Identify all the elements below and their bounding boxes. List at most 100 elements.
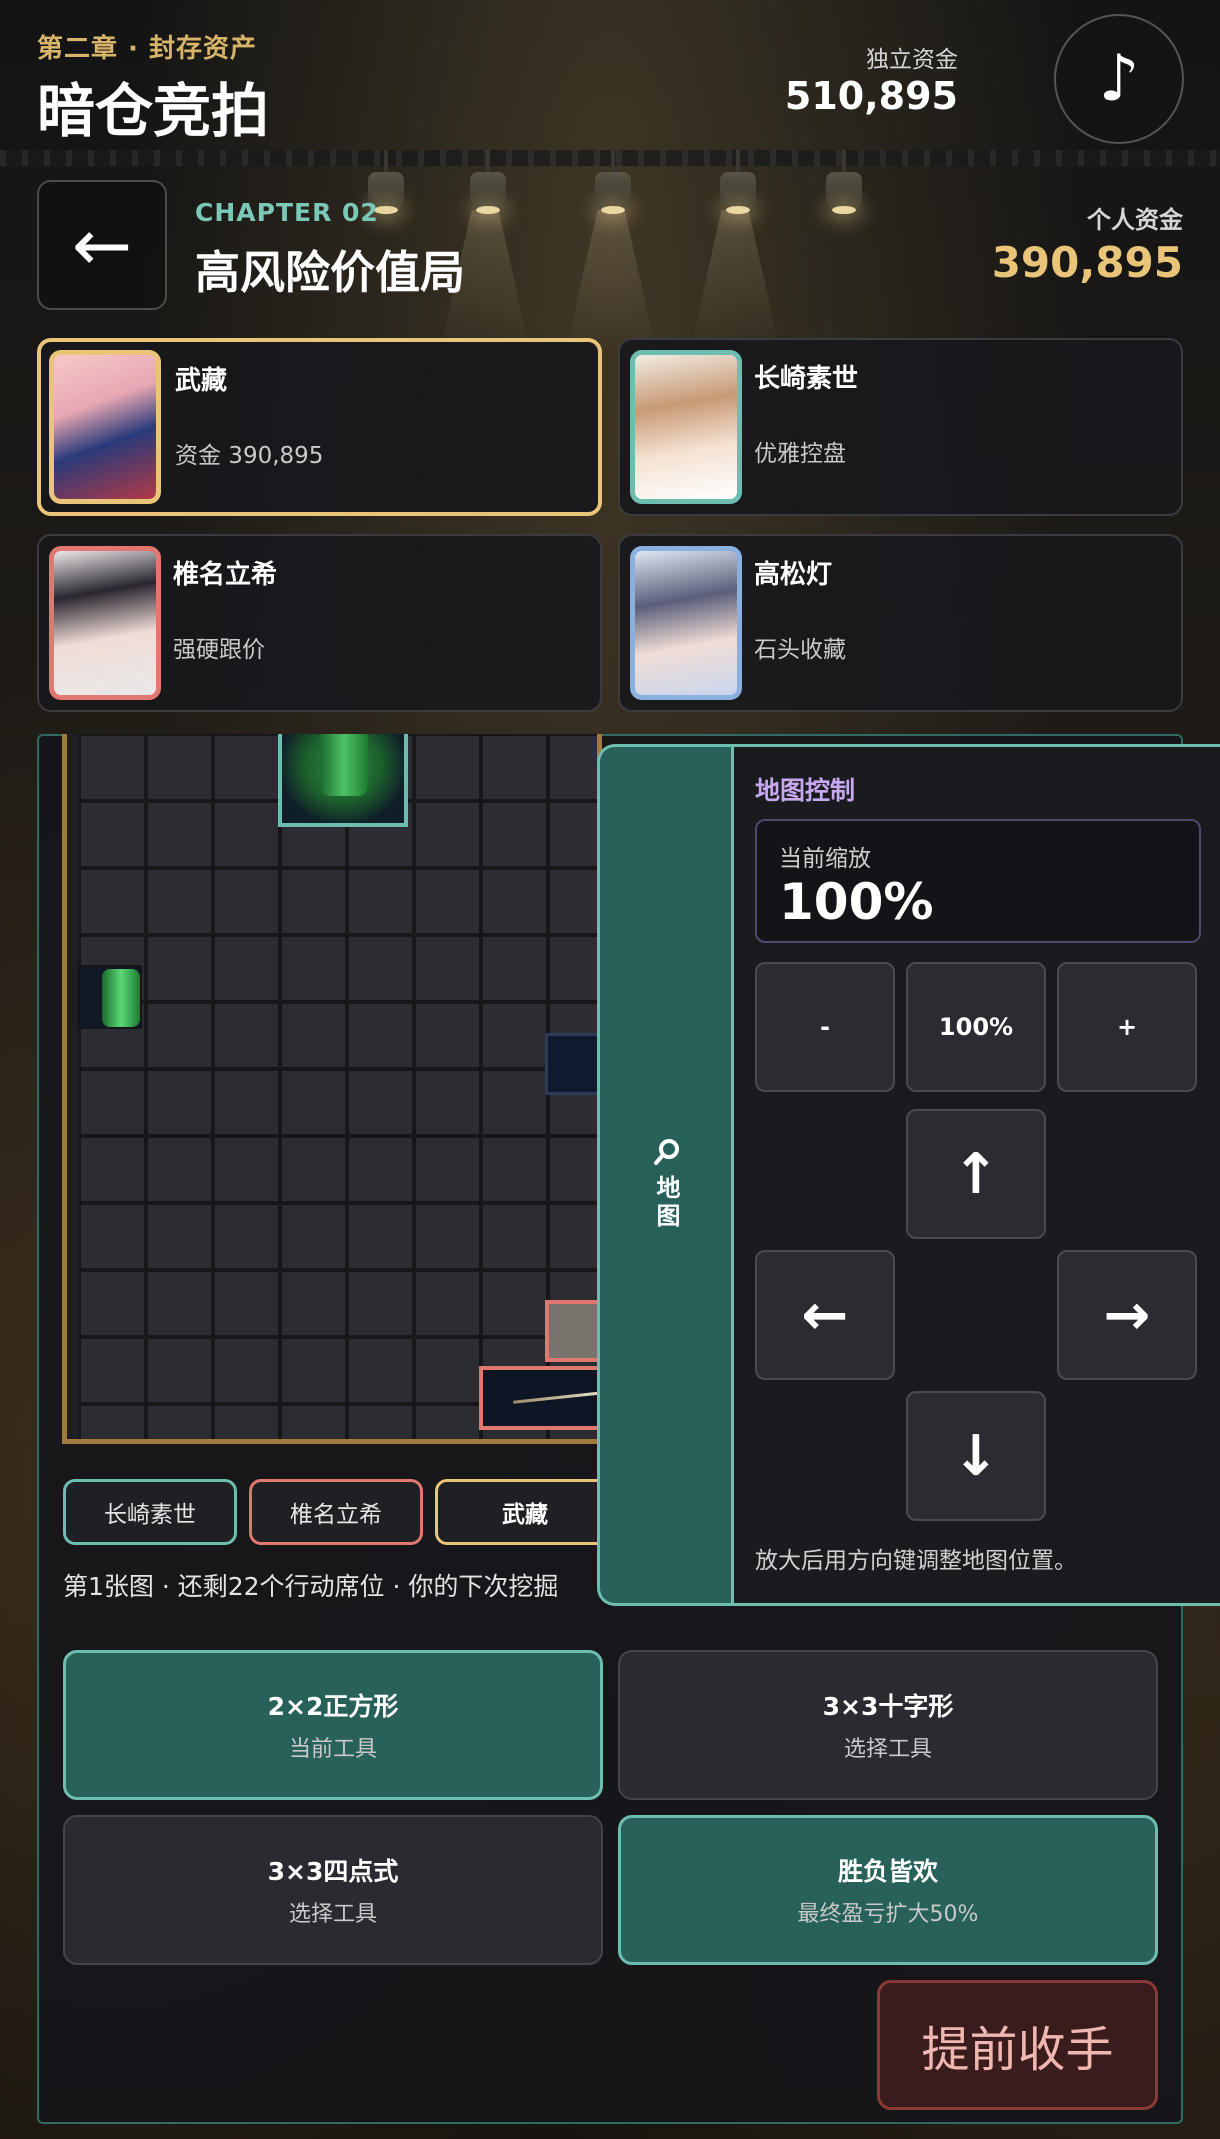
tool-square-2x2[interactable]: 2×2正方形 当前工具 — [63, 1650, 603, 1800]
jade-item-tile[interactable] — [78, 965, 142, 1029]
grid-cell[interactable] — [280, 1404, 347, 1439]
grid-cell[interactable] — [146, 1069, 213, 1136]
grid-cell[interactable] — [146, 868, 213, 935]
pan-up-button[interactable]: ↑ — [906, 1109, 1046, 1239]
grid-cell[interactable] — [414, 1203, 481, 1270]
grid-cell[interactable] — [146, 734, 213, 801]
grid-cell[interactable] — [414, 868, 481, 935]
grid-cell[interactable] — [347, 1203, 414, 1270]
grid-cell[interactable] — [481, 1203, 548, 1270]
grid-cell[interactable] — [280, 1002, 347, 1069]
back-button[interactable]: ← — [37, 180, 167, 310]
grid-cell[interactable] — [146, 1002, 213, 1069]
grid-cell[interactable] — [213, 1203, 280, 1270]
zoom-reset-button[interactable]: 100% — [906, 962, 1046, 1092]
grid-cell[interactable] — [347, 1069, 414, 1136]
board-tab-musashi[interactable]: 武藏 — [435, 1479, 615, 1545]
grid-cell[interactable] — [280, 1270, 347, 1337]
grid-cell[interactable] — [414, 1337, 481, 1404]
grid-cell[interactable] — [481, 734, 548, 801]
grid-cell[interactable] — [146, 1270, 213, 1337]
dig-map[interactable] — [62, 734, 602, 1444]
grid-cell[interactable] — [79, 868, 146, 935]
pan-down-button[interactable]: ↓ — [906, 1391, 1046, 1521]
board-tab-nagasaki-soyo[interactable]: 长崎素世 — [63, 1479, 237, 1545]
grid-cell[interactable] — [213, 1069, 280, 1136]
grid-cell[interactable] — [414, 1002, 481, 1069]
grid-cell[interactable] — [146, 1337, 213, 1404]
modifier-win-or-lose[interactable]: 胜负皆欢 最终盈亏扩大50% — [618, 1815, 1158, 1965]
dig-grid[interactable] — [79, 734, 597, 1439]
grid-cell[interactable] — [213, 1404, 280, 1439]
zoom-out-button[interactable]: - — [755, 962, 895, 1092]
grid-cell[interactable] — [146, 1203, 213, 1270]
grid-cell[interactable] — [347, 1136, 414, 1203]
hidden-item-tile[interactable] — [545, 1033, 603, 1095]
stone-item-tile[interactable] — [545, 1300, 603, 1362]
grid-cell[interactable] — [280, 1203, 347, 1270]
pan-left-button[interactable]: ← — [755, 1250, 895, 1380]
grid-cell[interactable] — [347, 1337, 414, 1404]
board-tab-shiina-taki[interactable]: 椎名立希 — [249, 1479, 423, 1545]
zoom-in-button[interactable]: + — [1057, 962, 1197, 1092]
grid-cell[interactable] — [481, 1136, 548, 1203]
grid-cell[interactable] — [213, 1136, 280, 1203]
quit-early-button[interactable]: 提前收手 — [877, 1980, 1158, 2110]
grid-cell[interactable] — [79, 1203, 146, 1270]
grid-cell[interactable] — [213, 1002, 280, 1069]
grid-cell[interactable] — [280, 1337, 347, 1404]
grid-cell[interactable] — [213, 1270, 280, 1337]
grid-cell[interactable] — [548, 868, 597, 935]
player-card-musashi[interactable]: 武藏 资金 390,895 — [37, 338, 602, 516]
tool-four-point-3x3[interactable]: 3×3四点式 选择工具 — [63, 1815, 603, 1965]
grid-cell[interactable] — [347, 1404, 414, 1439]
grid-cell[interactable] — [347, 935, 414, 1002]
music-toggle-button[interactable]: ♪ — [1054, 14, 1184, 144]
grid-cell[interactable] — [79, 1404, 146, 1439]
grid-cell[interactable] — [146, 935, 213, 1002]
grid-cell[interactable] — [548, 801, 597, 868]
grid-cell[interactable] — [280, 868, 347, 935]
grid-cell[interactable] — [79, 801, 146, 868]
player-card-shiina-taki[interactable]: 椎名立希 强硬跟价 — [37, 534, 602, 712]
grid-cell[interactable] — [213, 801, 280, 868]
grid-cell[interactable] — [146, 1404, 213, 1439]
jade-item-tile[interactable] — [278, 734, 408, 827]
grid-cell[interactable] — [548, 935, 597, 1002]
grid-cell[interactable] — [347, 1002, 414, 1069]
grid-cell[interactable] — [79, 1136, 146, 1203]
tool-cross-3x3[interactable]: 3×3十字形 选择工具 — [618, 1650, 1158, 1800]
grid-cell[interactable] — [481, 1270, 548, 1337]
grid-cell[interactable] — [481, 868, 548, 935]
grid-cell[interactable] — [414, 1136, 481, 1203]
grid-cell[interactable] — [414, 935, 481, 1002]
grid-cell[interactable] — [79, 1270, 146, 1337]
grid-cell[interactable] — [79, 1069, 146, 1136]
grid-cell[interactable] — [481, 935, 548, 1002]
grid-cell[interactable] — [347, 1270, 414, 1337]
grid-cell[interactable] — [548, 1136, 597, 1203]
grid-cell[interactable] — [414, 1404, 481, 1439]
player-card-takamatsu-tomori[interactable]: 高松灯 石头收藏 — [618, 534, 1183, 712]
grid-cell[interactable] — [481, 801, 548, 868]
grid-cell[interactable] — [213, 868, 280, 935]
grid-cell[interactable] — [146, 1136, 213, 1203]
grid-cell[interactable] — [414, 1069, 481, 1136]
grid-cell[interactable] — [481, 1002, 548, 1069]
grid-cell[interactable] — [548, 734, 597, 801]
grid-cell[interactable] — [213, 1337, 280, 1404]
grid-cell[interactable] — [280, 935, 347, 1002]
grid-cell[interactable] — [280, 1069, 347, 1136]
map-drawer-tab[interactable]: 地图 — [597, 744, 733, 1606]
grid-cell[interactable] — [280, 1136, 347, 1203]
sword-item-tile[interactable] — [479, 1366, 603, 1430]
grid-cell[interactable] — [79, 734, 146, 801]
grid-cell[interactable] — [414, 734, 481, 801]
grid-cell[interactable] — [548, 1203, 597, 1270]
grid-cell[interactable] — [414, 1270, 481, 1337]
pan-right-button[interactable]: → — [1057, 1250, 1197, 1380]
grid-cell[interactable] — [414, 801, 481, 868]
grid-cell[interactable] — [146, 801, 213, 868]
grid-cell[interactable] — [213, 734, 280, 801]
grid-cell[interactable] — [79, 1337, 146, 1404]
